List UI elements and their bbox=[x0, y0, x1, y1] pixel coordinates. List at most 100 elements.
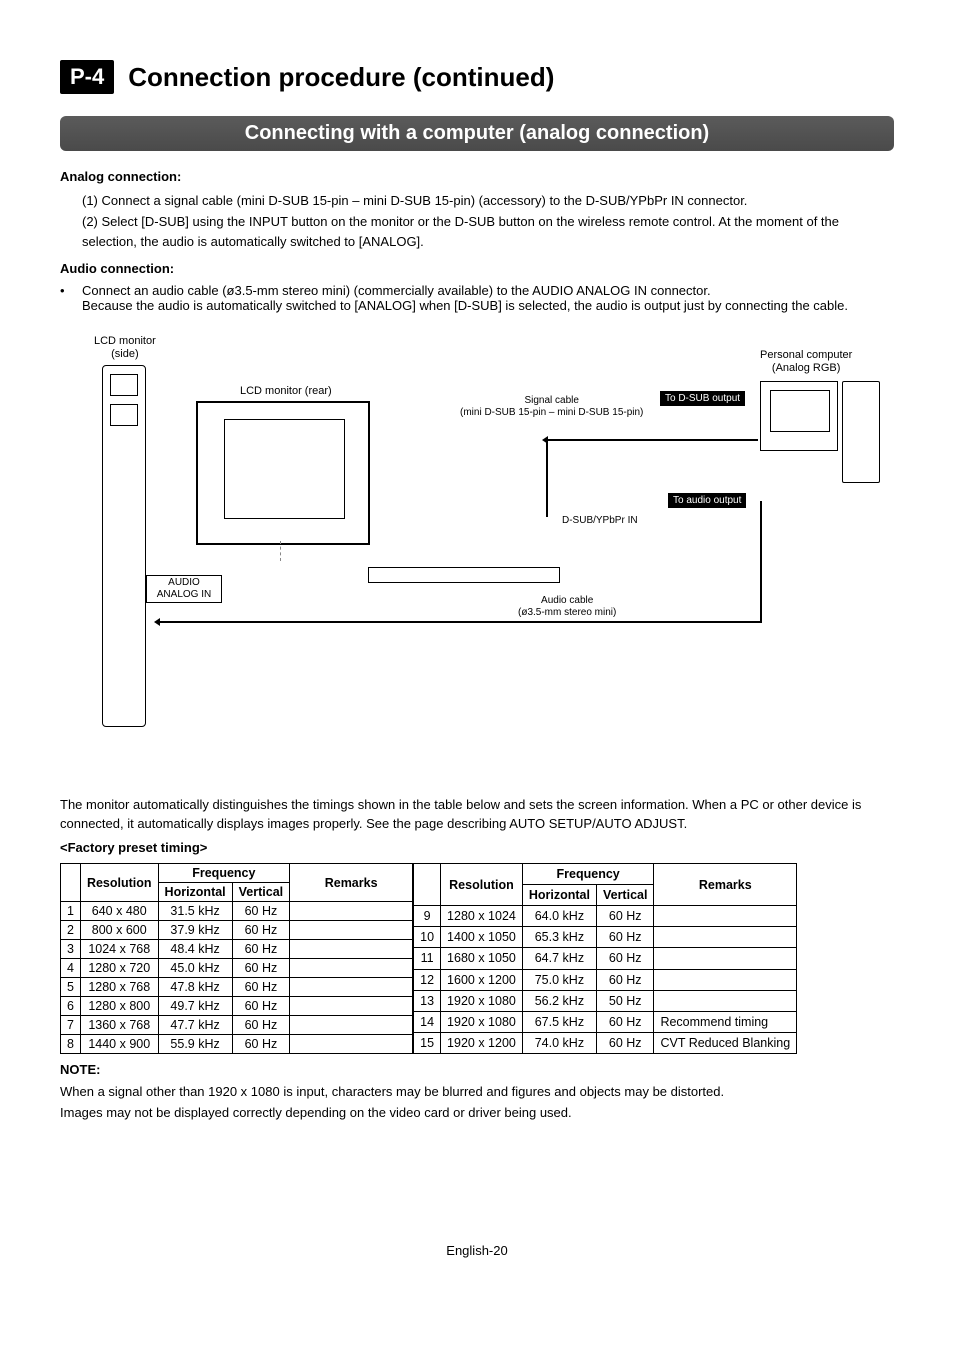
cell-v: 60 Hz bbox=[232, 902, 289, 921]
pc-icon bbox=[760, 381, 880, 483]
cell-r bbox=[654, 969, 797, 990]
wire-audio bbox=[160, 621, 760, 623]
lcd-monitor-side-icon bbox=[102, 365, 146, 727]
cell-r bbox=[290, 978, 413, 997]
wire-audio-up bbox=[760, 501, 762, 623]
cell-res: 640 x 480 bbox=[80, 902, 158, 921]
cell-h: 75.0 kHz bbox=[522, 969, 596, 990]
cell-v: 60 Hz bbox=[232, 921, 289, 940]
cell-v: 60 Hz bbox=[232, 959, 289, 978]
col-resolution: Resolution bbox=[441, 864, 523, 906]
analog-heading: Analog connection: bbox=[60, 167, 894, 187]
cell-h: 65.3 kHz bbox=[522, 927, 596, 948]
cell-v: 60 Hz bbox=[596, 906, 653, 927]
col-remarks: Remarks bbox=[654, 864, 797, 906]
cell-r bbox=[290, 1016, 413, 1035]
connector-bar-icon bbox=[368, 567, 560, 583]
cell-n: 15 bbox=[414, 1032, 441, 1053]
cell-n: 8 bbox=[61, 1035, 81, 1054]
table-row: 41280 x 72045.0 kHz60 Hz bbox=[61, 959, 413, 978]
cell-v: 60 Hz bbox=[232, 940, 289, 959]
cell-res: 800 x 600 bbox=[80, 921, 158, 940]
audio-bullet-2: Because the audio is automatically switc… bbox=[60, 298, 894, 313]
table-row: 91280 x 102464.0 kHz60 Hz bbox=[414, 906, 797, 927]
timing-table-right: Resolution Frequency Remarks Horizontal … bbox=[413, 863, 797, 1054]
cell-r bbox=[290, 1035, 413, 1054]
col-frequency: Frequency bbox=[158, 864, 290, 883]
cell-v: 60 Hz bbox=[596, 948, 653, 969]
col-remarks: Remarks bbox=[290, 864, 413, 902]
cell-h: 49.7 kHz bbox=[158, 997, 232, 1016]
cell-r: Recommend timing bbox=[654, 1011, 797, 1032]
preset-heading: <Factory preset timing> bbox=[60, 838, 894, 858]
subsection-banner: Connecting with a computer (analog conne… bbox=[60, 116, 894, 151]
cell-n: 2 bbox=[61, 921, 81, 940]
cell-h: 31.5 kHz bbox=[158, 902, 232, 921]
lcd-side-label: LCD monitor (side) bbox=[94, 335, 156, 361]
cell-v: 60 Hz bbox=[232, 1016, 289, 1035]
cell-r bbox=[290, 959, 413, 978]
cell-n: 1 bbox=[61, 902, 81, 921]
audio-cable-label: Audio cable (ø3.5-mm stereo mini) bbox=[518, 595, 616, 620]
cell-r bbox=[654, 906, 797, 927]
dsub-in-label: D-SUB/YPbPr IN bbox=[562, 515, 638, 528]
cell-v: 60 Hz bbox=[596, 927, 653, 948]
col-num bbox=[61, 864, 81, 902]
table-row: 141920 x 108067.5 kHz60 HzRecommend timi… bbox=[414, 1011, 797, 1032]
cell-v: 50 Hz bbox=[596, 990, 653, 1011]
spacer-line bbox=[160, 567, 161, 613]
table-row: 31024 x 76848.4 kHz60 Hz bbox=[61, 940, 413, 959]
cell-res: 1600 x 1200 bbox=[441, 969, 523, 990]
lcd-monitor-rear-icon bbox=[196, 401, 370, 545]
cell-n: 5 bbox=[61, 978, 81, 997]
signal-cable-label: Signal cable (mini D-SUB 15-pin – mini D… bbox=[460, 395, 643, 420]
cell-h: 64.7 kHz bbox=[522, 948, 596, 969]
preset-intro: The monitor automatically distinguishes … bbox=[60, 795, 894, 834]
cell-r bbox=[290, 902, 413, 921]
cell-h: 45.0 kHz bbox=[158, 959, 232, 978]
cell-n: 6 bbox=[61, 997, 81, 1016]
cell-v: 60 Hz bbox=[596, 1032, 653, 1053]
table-row: 111680 x 105064.7 kHz60 Hz bbox=[414, 948, 797, 969]
cell-h: 47.7 kHz bbox=[158, 1016, 232, 1035]
cell-v: 60 Hz bbox=[232, 1035, 289, 1054]
col-horizontal: Horizontal bbox=[522, 885, 596, 906]
cell-n: 3 bbox=[61, 940, 81, 959]
table-row: 61280 x 80049.7 kHz60 Hz bbox=[61, 997, 413, 1016]
audio-bullet-1: • Connect an audio cable (ø3.5-mm stereo… bbox=[60, 283, 894, 298]
timing-table-left: Resolution Frequency Remarks Horizontal … bbox=[60, 863, 413, 1054]
cell-res: 1400 x 1050 bbox=[441, 927, 523, 948]
cell-h: 56.2 kHz bbox=[522, 990, 596, 1011]
note-heading: NOTE: bbox=[60, 1060, 894, 1080]
table-row: 151920 x 120074.0 kHz60 HzCVT Reduced Bl… bbox=[414, 1032, 797, 1053]
col-vertical: Vertical bbox=[232, 883, 289, 902]
page-header: P-4 Connection procedure (continued) bbox=[60, 60, 894, 94]
cell-n: 10 bbox=[414, 927, 441, 948]
cell-n: 13 bbox=[414, 990, 441, 1011]
cell-res: 1280 x 768 bbox=[80, 978, 158, 997]
cell-h: 47.8 kHz bbox=[158, 978, 232, 997]
analog-step-1: (1) Connect a signal cable (mini D-SUB 1… bbox=[82, 191, 894, 211]
cell-res: 1440 x 900 bbox=[80, 1035, 158, 1054]
col-horizontal: Horizontal bbox=[158, 883, 232, 902]
cell-h: 55.9 kHz bbox=[158, 1035, 232, 1054]
table-row: 81440 x 90055.9 kHz60 Hz bbox=[61, 1035, 413, 1054]
cell-v: 60 Hz bbox=[232, 997, 289, 1016]
table-row: 131920 x 108056.2 kHz50 Hz bbox=[414, 990, 797, 1011]
cell-r bbox=[654, 990, 797, 1011]
note-line-2: Images may not be displayed correctly de… bbox=[60, 1103, 894, 1123]
audio-heading: Audio connection: bbox=[60, 259, 894, 279]
cell-r bbox=[654, 948, 797, 969]
pc-label: Personal computer (Analog RGB) bbox=[760, 349, 852, 375]
wire-signal-drop bbox=[546, 439, 548, 515]
cell-res: 1280 x 720 bbox=[80, 959, 158, 978]
note-line-1: When a signal other than 1920 x 1080 is … bbox=[60, 1082, 894, 1102]
analog-step-2: (2) Select [D-SUB] using the INPUT butto… bbox=[82, 212, 894, 251]
cell-h: 37.9 kHz bbox=[158, 921, 232, 940]
connection-diagram: LCD monitor (side) LCD monitor (rear) Pe… bbox=[60, 335, 894, 755]
cell-r bbox=[290, 997, 413, 1016]
cell-v: 60 Hz bbox=[232, 978, 289, 997]
page-number: English-20 bbox=[60, 1243, 894, 1258]
cell-r bbox=[290, 940, 413, 959]
dashed-line-1 bbox=[280, 541, 282, 561]
